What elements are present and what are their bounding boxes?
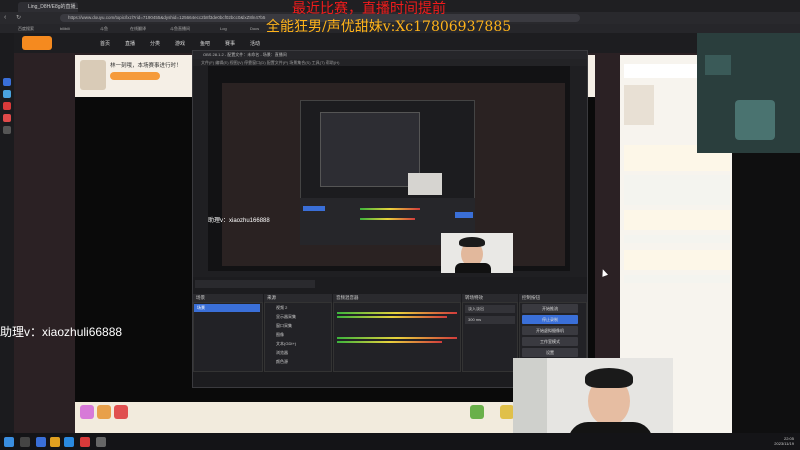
nav-item[interactable]: 活动 (250, 40, 260, 47)
nav-item[interactable]: 分类 (150, 40, 160, 47)
bookmark-item[interactable]: bilibili (60, 25, 70, 32)
browser-tab[interactable]: Ling_D8H/E8g的直播_DOUYU斗鱼 (18, 2, 78, 12)
source-item[interactable]: 窗口采集 (268, 322, 328, 329)
search-icon[interactable] (20, 437, 30, 447)
sources-header: 来源 (264, 294, 332, 302)
taskbar-clock[interactable]: 22:05 2023/11/19 (760, 436, 794, 446)
nav-item[interactable]: 首页 (100, 40, 110, 47)
audio-meter (337, 341, 442, 343)
app-icon[interactable] (36, 437, 46, 447)
streamer-avatar[interactable] (80, 60, 106, 90)
virtual-camera-button[interactable]: 开始虚拟摄像机 (522, 326, 578, 335)
bookmark-item[interactable]: Docs (250, 25, 259, 32)
obs-title: OBS 28.1.2 - 配置文件：未命名 - 场景：直播间 (193, 51, 587, 59)
webcam-overlay-small (441, 233, 513, 273)
settings-button[interactable]: 设置 (522, 348, 578, 357)
app-icon[interactable] (50, 437, 60, 447)
app-icon[interactable] (80, 437, 90, 447)
sidebar-app-icon[interactable] (3, 90, 11, 98)
hair (585, 368, 633, 388)
taskbar (0, 433, 800, 450)
gift-icon[interactable] (500, 405, 514, 419)
source-item[interactable]: 视频 2 (268, 304, 328, 311)
duration-input[interactable]: 300 ms (465, 316, 515, 324)
gift-icon[interactable] (80, 405, 94, 419)
start-streaming-button[interactable]: 开始推流 (522, 304, 578, 313)
transitions-header: 转场特效 (462, 294, 518, 302)
bookmark-item[interactable]: 百度搜索 (18, 25, 34, 32)
overlay-block (705, 55, 731, 75)
audio-meter (337, 316, 447, 318)
meter-bar (360, 218, 415, 220)
bookmark-item[interactable]: Log (220, 25, 227, 32)
audio-meter (337, 337, 457, 339)
helper-text-small: 助理v：xiaozhu166888 (208, 218, 270, 224)
controls-header: 控制按钮 (519, 294, 587, 302)
start-icon[interactable] (4, 437, 14, 447)
selected-scene (303, 206, 325, 211)
app-icon[interactable] (64, 437, 74, 447)
room-title: 林一刻哦，本场赛事进行时！ (110, 63, 182, 69)
gift-icon[interactable] (97, 405, 111, 419)
chat-message (624, 275, 730, 283)
mixer-header: 音频混音器 (333, 294, 461, 302)
transition-select[interactable]: 淡入淡出 (465, 305, 515, 313)
meter-bar (360, 208, 420, 210)
site-logo[interactable] (22, 36, 52, 50)
bookmark-item[interactable]: 斗鱼 (100, 25, 108, 32)
scene-item[interactable]: 场景 (194, 304, 260, 312)
overlay-badge (735, 100, 775, 140)
gift-icon[interactable] (114, 405, 128, 419)
clock-date: 2023/11/19 (774, 441, 794, 446)
stop-recording-button[interactable]: 停止录制 (522, 315, 578, 324)
nav-item[interactable]: 鱼吧 (200, 40, 210, 47)
follow-button[interactable] (110, 72, 160, 80)
app-icon[interactable] (96, 437, 106, 447)
source-toolbar (195, 280, 315, 288)
overlay-notice-line2: 全能狂男/声优甜妹v:Xc17806937885 (266, 19, 512, 35)
nav-item[interactable]: 直播 (125, 40, 135, 47)
source-item[interactable]: 显示器采集 (268, 313, 328, 320)
shirt (455, 263, 491, 273)
chat-message (624, 175, 730, 205)
scenes-header: 场景 (193, 294, 263, 302)
reload-icon[interactable]: ↻ (16, 14, 24, 22)
selected-control (455, 212, 473, 218)
source-item[interactable]: 文本(GDI+) (268, 340, 328, 347)
source-item[interactable]: 图像 (268, 331, 328, 338)
studio-mode-button[interactable]: 工作室模式 (522, 337, 578, 346)
back-icon[interactable]: ‹ (4, 14, 12, 22)
hair (459, 237, 485, 247)
obs-menu-bar[interactable]: 文件(F) 编辑(E) 视图(V) 停靠窗口(D) 配置文件(P) 场景集合(S… (193, 59, 587, 66)
gift-icon[interactable] (470, 405, 484, 419)
source-item[interactable]: 颜色源 (268, 358, 328, 365)
sidebar-app-icon[interactable] (3, 78, 11, 86)
sidebar-app-icon[interactable] (3, 126, 11, 134)
chat-message (624, 250, 730, 270)
bookmark-item[interactable]: 斗鱼直播间 (170, 25, 190, 32)
helper-contact-text: 助理v：xiaozhuli66888 (0, 325, 123, 339)
bookmark-item[interactable]: 在线翻译 (130, 25, 146, 32)
sidebar-app-icon[interactable] (3, 114, 11, 122)
preview-small-cam (408, 173, 442, 195)
rank-list (624, 85, 654, 125)
sidebar-app-icon[interactable] (3, 102, 11, 110)
preview-nested-capture (320, 112, 420, 187)
nav-item[interactable]: 游戏 (175, 40, 185, 47)
audio-meter (337, 312, 457, 314)
scenes-dock (193, 302, 263, 372)
chat-message (624, 235, 730, 243)
source-item[interactable]: 浏览器 (268, 349, 328, 356)
chat-message (624, 210, 730, 230)
nav-item[interactable]: 赛事 (225, 40, 235, 47)
